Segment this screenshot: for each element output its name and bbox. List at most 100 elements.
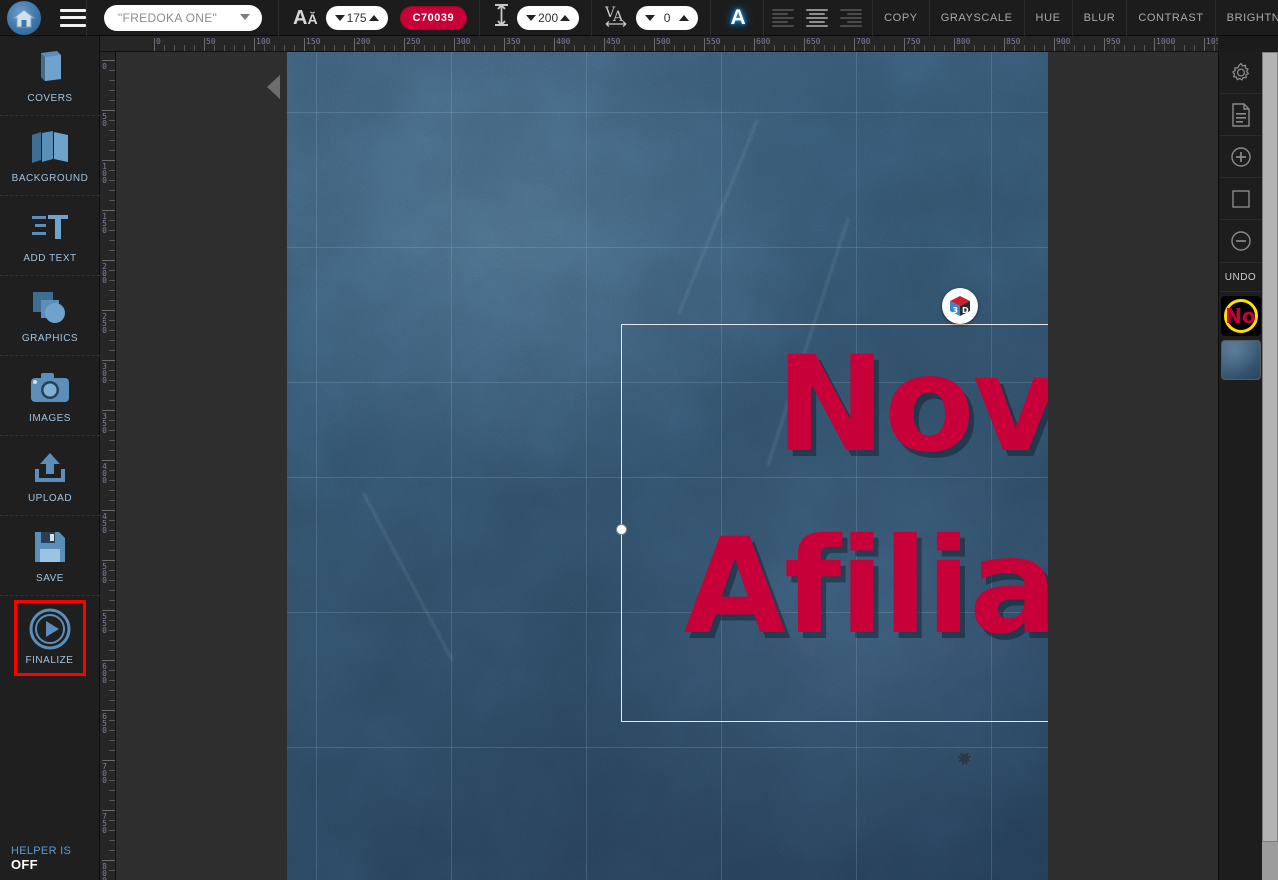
ruler-tick-minor — [774, 45, 775, 51]
ruler-tick-minor — [514, 45, 515, 51]
decrease-icon[interactable] — [645, 14, 656, 21]
plus-circle-icon[interactable] — [1219, 136, 1262, 178]
ruler-tick-minor — [109, 490, 115, 491]
undo-button[interactable]: UNDO — [1219, 262, 1262, 292]
minus-circle-icon[interactable] — [1219, 220, 1262, 262]
ruler-tick-minor — [644, 45, 645, 51]
increase-icon[interactable] — [679, 14, 690, 21]
ruler-tick-minor — [1164, 45, 1165, 51]
horizontal-ruler[interactable]: 0 50 100 150 200 250 300 350 400 450 500 550 600 650 7… — [100, 36, 1218, 52]
increase-icon[interactable] — [368, 14, 379, 21]
layer-thumbnail-text[interactable]: No — [1220, 296, 1261, 336]
ruler-tick-minor — [1144, 45, 1145, 51]
menu-item-blur[interactable]: BLUR — [1071, 0, 1127, 36]
ruler-label: 850 — [1006, 37, 1021, 46]
ruler-tick-minor — [1094, 45, 1095, 51]
layer-preview-text: No — [1225, 304, 1256, 328]
text-icon — [30, 208, 70, 246]
sidebar-item-graphics[interactable]: GRAPHICS — [0, 276, 100, 356]
helper-status-prefix: HELPER IS — [11, 845, 72, 857]
sidebar-item-label: GRAPHICS — [21, 332, 79, 344]
3d-cube-icon[interactable]: 3 D — [942, 288, 978, 324]
design-canvas[interactable]: Novo Afiliado 3 D ✖ — [287, 52, 1048, 880]
ruler-tick-minor — [834, 45, 835, 51]
ruler-tick-major — [102, 310, 115, 311]
document-icon[interactable] — [1219, 94, 1262, 136]
workspace[interactable]: Novo Afiliado 3 D ✖ — [116, 52, 1218, 880]
ruler-tick-minor — [109, 320, 115, 321]
ruler-tick-minor — [724, 45, 725, 51]
helper-status[interactable]: HELPER IS OFF — [11, 845, 99, 872]
glowing-a-icon[interactable]: A — [725, 5, 751, 31]
align-right-button[interactable] — [836, 6, 866, 30]
hamburger-menu-icon[interactable] — [60, 8, 86, 27]
ruler-tick-minor — [1014, 45, 1015, 51]
ruler-label: 1050 — [1206, 37, 1218, 46]
decrease-icon[interactable] — [334, 14, 345, 21]
letter-spacing-value: 0 — [663, 10, 671, 25]
ruler-tick-minor — [109, 790, 115, 791]
align-left-button[interactable] — [768, 6, 798, 30]
ruler-tick-minor — [864, 45, 865, 51]
vertical-scrollbar[interactable] — [1262, 52, 1278, 880]
menu-item-brightness[interactable]: BRIGHTNESS — [1214, 0, 1278, 36]
home-icon[interactable] — [7, 0, 41, 35]
gear-icon[interactable] — [1219, 52, 1262, 94]
resize-handle-left[interactable] — [616, 524, 627, 535]
sidebar-item-finalize[interactable]: FINALIZE — [13, 600, 86, 676]
align-center-button[interactable] — [802, 6, 832, 30]
ruler-tick-minor — [109, 80, 115, 81]
sidebar-item-add-text[interactable]: ADD TEXT — [0, 196, 100, 276]
ruler-tick-minor — [184, 45, 185, 51]
ruler-label: 200 — [356, 37, 371, 46]
ruler-tick-minor — [1044, 45, 1045, 51]
collapse-left-icon[interactable] — [262, 74, 284, 100]
line-height-stepper[interactable]: 200 — [517, 5, 580, 30]
sidebar-item-upload[interactable]: UPLOAD — [0, 436, 100, 516]
ruler-tick-minor — [284, 45, 285, 51]
ruler-tick-minor — [234, 45, 235, 51]
ruler-tick-major — [102, 660, 115, 661]
ruler-tick-minor — [109, 90, 115, 91]
grid-guide — [586, 52, 587, 880]
ruler-tick-major — [102, 810, 115, 811]
selected-text-object[interactable]: Novo Afiliado — [621, 324, 1048, 722]
ruler-tick-minor — [914, 45, 915, 51]
book-icon — [31, 48, 69, 86]
text-color-swatch[interactable]: C70039 — [399, 5, 468, 30]
ruler-label: 750 — [906, 37, 921, 46]
font-family-value: "FREDOKA ONE" — [118, 10, 218, 25]
ruler-label: 400 — [556, 37, 571, 46]
menu-item-grayscale[interactable]: GRAYSCALE — [928, 0, 1024, 36]
grid-guide — [451, 52, 452, 880]
ruler-tick-minor — [414, 45, 415, 51]
ruler-tick-minor — [109, 450, 115, 451]
font-size-stepper[interactable]: 175 — [325, 5, 388, 30]
sidebar-item-background[interactable]: BACKGROUND — [0, 116, 100, 196]
sidebar-item-save[interactable]: SAVE — [0, 516, 100, 596]
menu-item-copy[interactable]: COPY — [872, 0, 929, 36]
ruler-tick-minor — [744, 45, 745, 51]
line-height-icon — [494, 3, 509, 32]
menu-item-contrast[interactable]: CONTRAST — [1126, 0, 1214, 36]
layer-thumbnail-background[interactable] — [1220, 340, 1261, 380]
increase-icon[interactable] — [560, 14, 571, 21]
font-family-select[interactable]: "FREDOKA ONE" — [104, 4, 262, 31]
rotate-handle-icon[interactable] — [958, 752, 971, 765]
ruler-tick-minor — [109, 630, 115, 631]
vertical-ruler[interactable]: 0 50 100 150 200 250 300 350 400 450 500 550 600 650 7… — [100, 52, 116, 880]
ruler-tick-minor — [109, 700, 115, 701]
square-icon[interactable] — [1219, 178, 1262, 220]
ruler-tick-minor — [109, 270, 115, 271]
ruler-tick-minor — [714, 45, 715, 51]
decrease-icon[interactable] — [526, 14, 537, 21]
ruler-tick-minor — [484, 45, 485, 51]
font-size-value: 175 — [346, 10, 367, 25]
scrollbar-thumb[interactable] — [1262, 52, 1278, 842]
letter-spacing-stepper[interactable]: 0 — [636, 5, 699, 30]
ruler-tick-minor — [109, 570, 115, 571]
menu-item-hue[interactable]: HUE — [1023, 0, 1072, 36]
sidebar-item-covers[interactable]: COVERS — [0, 36, 100, 116]
ruler-tick-minor — [109, 440, 115, 441]
sidebar-item-images[interactable]: IMAGES — [0, 356, 100, 436]
